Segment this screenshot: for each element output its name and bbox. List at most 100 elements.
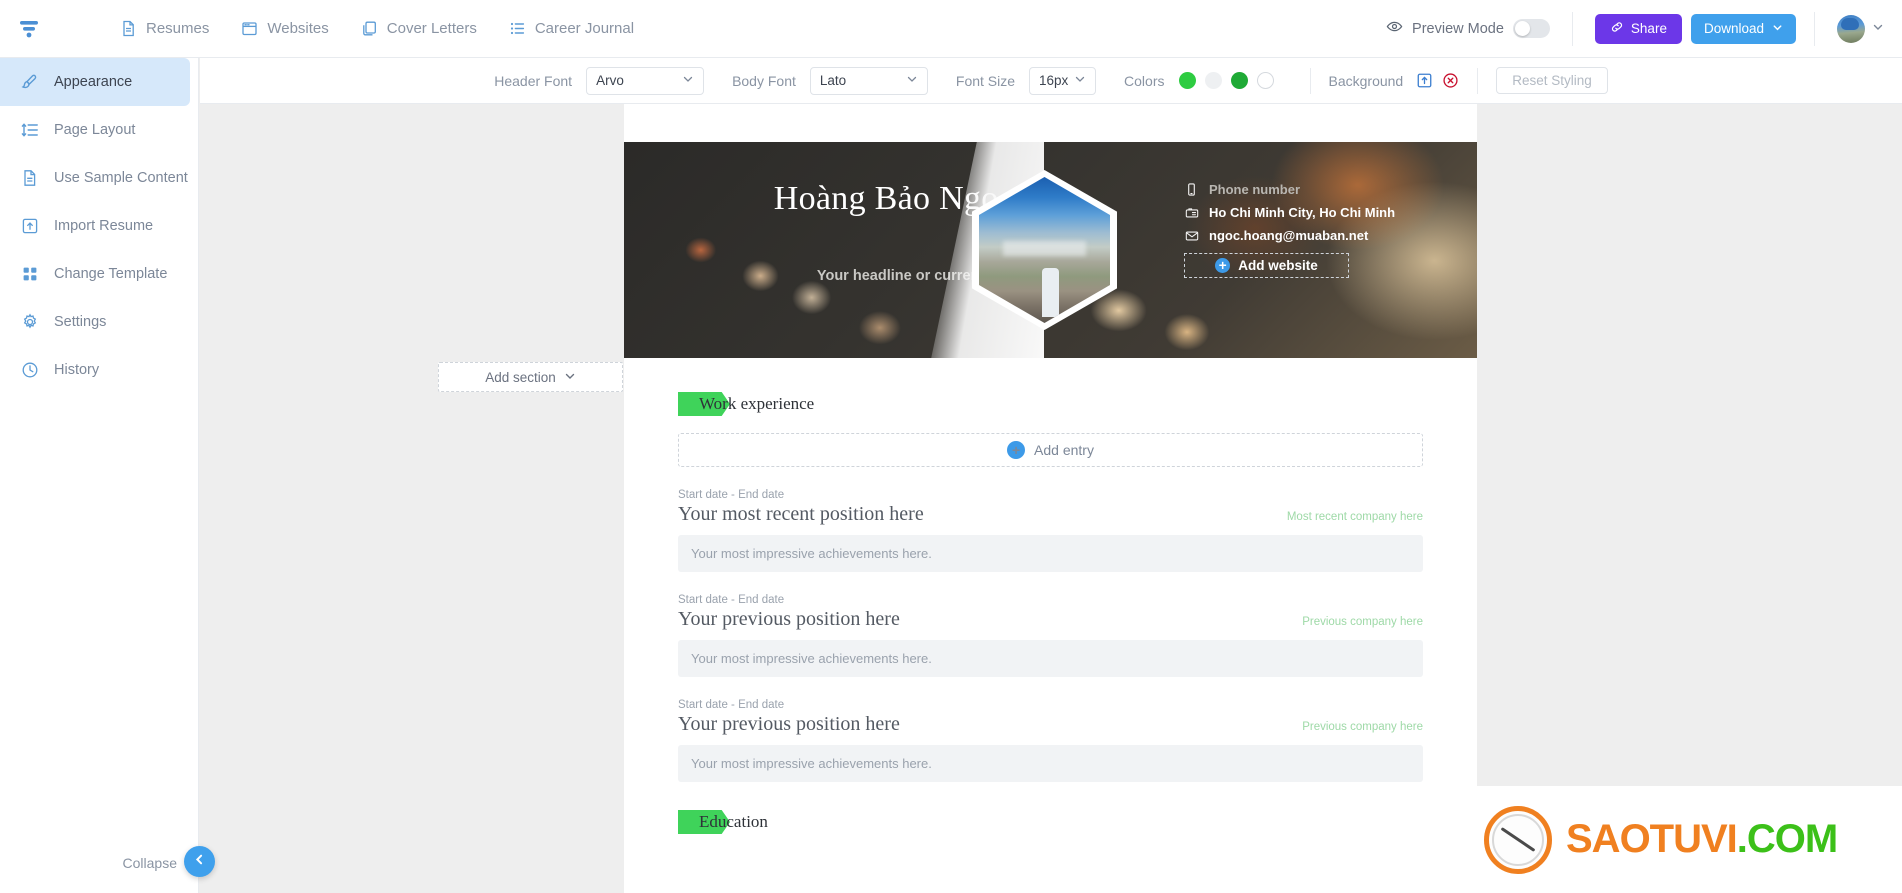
preview-mode-control[interactable]: Preview Mode — [1386, 18, 1572, 40]
work-entry[interactable]: Start date - End date Your most recent p… — [678, 489, 1423, 572]
font-size-label: Font Size — [955, 72, 1016, 89]
reset-styling-button[interactable]: Reset Styling — [1496, 67, 1608, 94]
body-font-select[interactable]: Lato — [809, 66, 928, 95]
clock-icon — [20, 361, 39, 379]
section-heading-work-experience[interactable]: Work experience — [678, 392, 814, 416]
resume-header-banner[interactable]: Hoàng Bảo Ngọc Your headline or current … — [624, 142, 1477, 358]
top-bar-right-group: Preview Mode Share Download — [1386, 0, 1902, 57]
entry-position-title[interactable]: Your most recent position here — [678, 503, 924, 526]
collapse-label[interactable]: Collapse — [123, 855, 177, 871]
left-sidebar: Appearance Page Layout Use Sample Conten… — [0, 58, 199, 893]
top-navigation-bar: Resumes Websites Cover Letters Career Jo… — [0, 0, 1902, 58]
work-entry[interactable]: Start date - End date Your previous posi… — [678, 594, 1423, 677]
entry-header: Your previous position here Previous com… — [678, 608, 1423, 631]
entry-dates[interactable]: Start date - End date — [678, 699, 1423, 711]
entry-position-title[interactable]: Your previous position here — [678, 713, 900, 736]
plus-icon: + — [1215, 258, 1231, 273]
sidebar-item-history[interactable]: History — [0, 346, 190, 394]
chevron-down-icon — [1772, 21, 1783, 36]
nav-label: Resumes — [146, 20, 210, 37]
color-swatch-2[interactable] — [1204, 72, 1222, 89]
sidebar-item-change-template[interactable]: Change Template — [0, 250, 190, 298]
entry-company-name[interactable]: Previous company here — [1302, 721, 1423, 733]
sidebar-item-page-layout[interactable]: Page Layout — [0, 106, 190, 154]
header-font-label: Header Font — [494, 72, 573, 89]
contact-row-location[interactable]: Ho Chi Minh City, Ho Chi Minh — [1184, 201, 1434, 224]
nav-item-career-journal[interactable]: Career Journal — [507, 14, 636, 43]
location-icon — [1184, 206, 1199, 220]
entry-description[interactable]: Your most impressive achievements here. — [678, 640, 1423, 677]
contact-phone: Phone number — [1209, 182, 1301, 197]
reset-styling-label: Reset Styling — [1512, 73, 1592, 88]
top-nav-items: Resumes Websites Cover Letters Career Jo… — [118, 14, 636, 43]
sidebar-item-appearance[interactable]: Appearance — [0, 58, 190, 106]
entry-description[interactable]: Your most impressive achievements here. — [678, 535, 1423, 572]
sidebar-item-label: Appearance — [54, 74, 133, 90]
sidebar-item-settings[interactable]: Settings — [0, 298, 190, 346]
color-swatches — [1178, 72, 1274, 89]
add-section-button[interactable]: Add section — [438, 362, 623, 392]
header-font-select[interactable]: Arvo — [586, 66, 705, 95]
sidebar-item-label: Change Template — [54, 266, 168, 282]
contact-row-phone[interactable]: Phone number — [1184, 178, 1434, 201]
font-size-group: Font Size 16px — [955, 66, 1097, 95]
site-watermark: SAOTUVI.COM — [1464, 786, 1902, 893]
color-swatch-1[interactable] — [1178, 72, 1196, 89]
work-entry[interactable]: Start date - End date Your previous posi… — [678, 699, 1423, 782]
preview-mode-label: Preview Mode — [1412, 20, 1504, 37]
share-label: Share — [1630, 21, 1667, 36]
grid-squares-icon — [20, 265, 39, 283]
sidebar-collapse-row: Collapse — [0, 833, 199, 893]
brush-icon — [20, 73, 39, 91]
body-font-group: Body Font Lato — [732, 66, 928, 95]
sidebar-item-use-sample-content[interactable]: Use Sample Content — [0, 154, 190, 202]
styling-toolbar: Header Font Arvo Body Font Lato Font Siz… — [200, 58, 1902, 104]
chevron-down-icon — [564, 370, 576, 385]
gear-icon — [20, 313, 39, 331]
font-size-select[interactable]: 16px — [1029, 66, 1097, 95]
entry-dates[interactable]: Start date - End date — [678, 594, 1423, 606]
entry-position-title[interactable]: Your previous position here — [678, 608, 900, 631]
contact-row-email[interactable]: ngoc.hoang@muaban.net — [1184, 224, 1434, 247]
upload-box-icon — [20, 217, 39, 235]
body-font-value: Lato — [819, 73, 847, 88]
nav-item-resumes[interactable]: Resumes — [118, 14, 211, 43]
clock-hand — [1500, 827, 1536, 852]
entry-dates[interactable]: Start date - End date — [678, 489, 1423, 501]
background-label: Background — [1328, 72, 1404, 89]
portrait-image — [979, 177, 1110, 323]
avatar[interactable] — [1837, 14, 1865, 43]
sidebar-item-import-resume[interactable]: Import Resume — [0, 202, 190, 250]
upload-box-icon[interactable] — [1416, 72, 1433, 89]
add-entry-button[interactable]: + Add entry — [678, 433, 1423, 467]
user-account-menu[interactable] — [1837, 14, 1884, 43]
app-logo[interactable] — [0, 0, 58, 58]
document-icon — [120, 20, 137, 37]
add-website-button[interactable]: + Add website — [1184, 253, 1349, 278]
plus-icon: + — [1007, 441, 1026, 459]
color-swatch-4[interactable] — [1256, 72, 1274, 89]
sidebar-item-label: Import Resume — [54, 218, 154, 234]
resume-page: Hoàng Bảo Ngọc Your headline or current … — [624, 104, 1477, 893]
font-size-value: 16px — [1039, 73, 1069, 88]
color-swatch-3[interactable] — [1230, 72, 1248, 89]
add-section-label: Add section — [485, 369, 556, 385]
document-icon — [20, 169, 39, 187]
download-button[interactable]: Download — [1690, 13, 1796, 44]
body-font-label: Body Font — [732, 72, 796, 89]
nav-item-websites[interactable]: Websites — [239, 14, 330, 43]
resume-body: Work experience + Add entry Start date -… — [624, 358, 1477, 834]
entry-company-name[interactable]: Most recent company here — [1287, 511, 1423, 523]
entry-description[interactable]: Your most impressive achievements here. — [678, 745, 1423, 782]
entry-company-name[interactable]: Previous company here — [1302, 616, 1423, 628]
collapse-sidebar-button[interactable] — [184, 846, 215, 877]
header-font-value: Arvo — [596, 73, 624, 88]
section-heading-education[interactable]: Education — [678, 810, 768, 834]
background-actions — [1416, 72, 1459, 89]
contact-location: Ho Chi Minh City, Ho Chi Minh — [1209, 205, 1396, 220]
remove-circle-icon[interactable] — [1442, 72, 1459, 89]
chevron-down-icon — [1872, 20, 1884, 38]
nav-item-cover-letters[interactable]: Cover Letters — [359, 14, 479, 43]
share-button[interactable]: Share — [1594, 13, 1682, 44]
preview-mode-toggle[interactable] — [1512, 19, 1550, 38]
